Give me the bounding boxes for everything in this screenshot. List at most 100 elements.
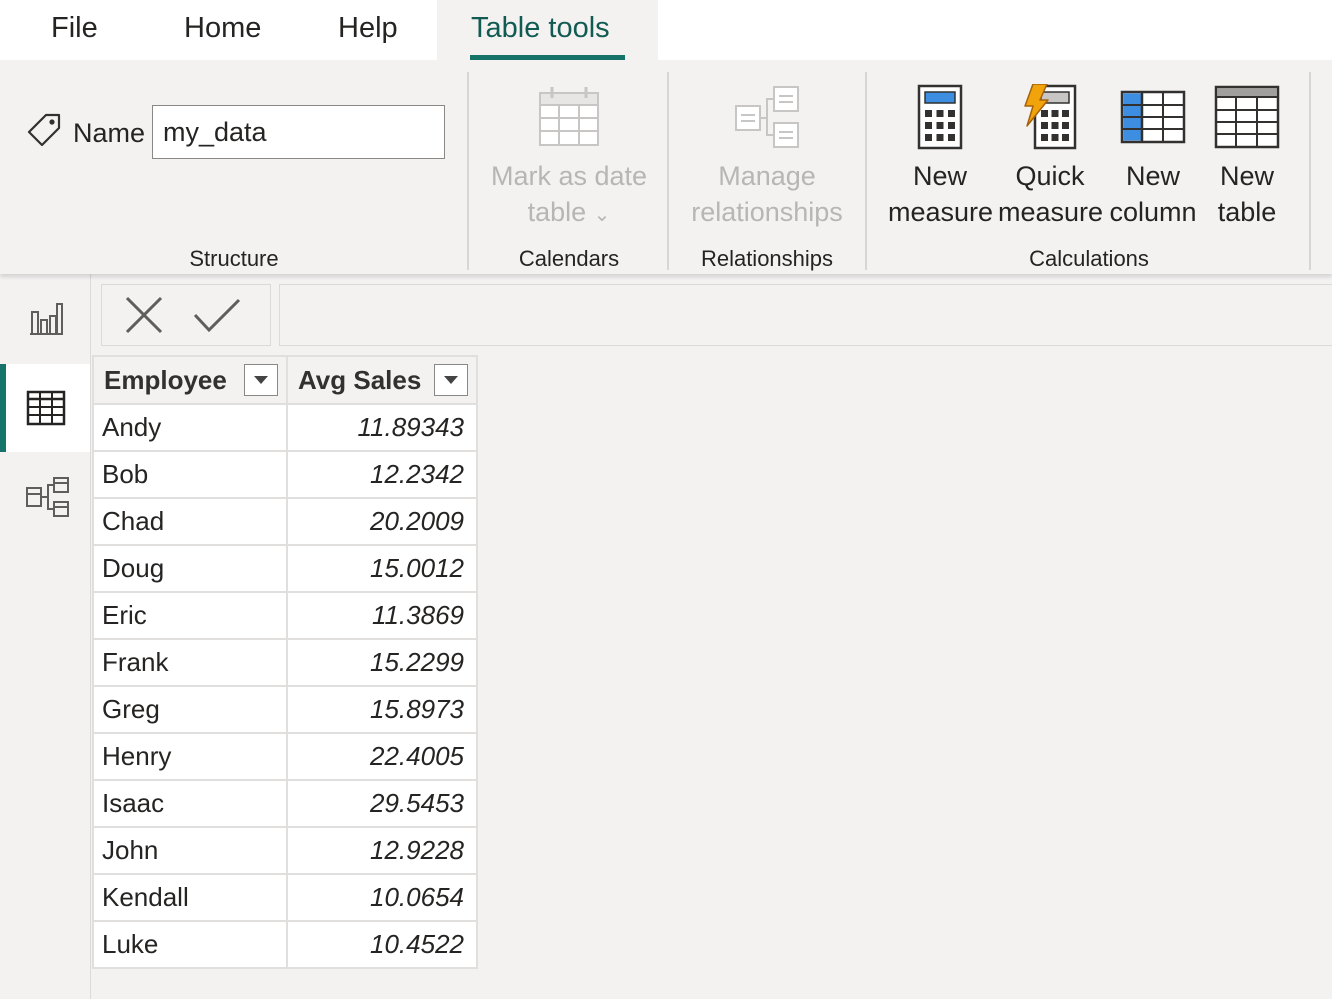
- cell-employee[interactable]: Bob: [92, 450, 288, 499]
- mark-as-date-label-line1: Mark as date: [490, 161, 648, 191]
- table-row: Doug 15.0012: [92, 544, 478, 593]
- new-table-button[interactable]: New table: [1204, 84, 1290, 230]
- cell-avg-sales[interactable]: 11.89343: [286, 403, 478, 452]
- table-row: Eric 11.3869: [92, 591, 478, 640]
- calendar-icon: [539, 87, 599, 146]
- column-header-avg-sales[interactable]: Avg Sales: [286, 355, 478, 405]
- table-row: Luke 10.4522: [92, 920, 478, 969]
- cell-employee[interactable]: John: [92, 826, 288, 875]
- name-label: Name: [73, 118, 146, 148]
- bar-chart-icon: [30, 303, 63, 335]
- tab-file[interactable]: File: [51, 0, 98, 60]
- new-column-label-line2: column: [1109, 197, 1197, 227]
- group-separator: [467, 72, 469, 270]
- table-row: Andy 11.89343: [92, 403, 478, 452]
- new-column-button[interactable]: New column: [1104, 84, 1202, 230]
- table-grid-icon: [26, 390, 66, 426]
- group-label-relationships: Relationships: [700, 246, 834, 271]
- relationships-icon: [735, 86, 799, 148]
- filter-dropdown-button[interactable]: [434, 364, 468, 396]
- filter-dropdown-button[interactable]: [244, 364, 278, 396]
- cell-avg-sales[interactable]: 11.3869: [286, 591, 478, 640]
- tab-home[interactable]: Home: [184, 0, 261, 60]
- column-header-label: Employee: [104, 364, 227, 395]
- cell-avg-sales[interactable]: 12.9228: [286, 826, 478, 875]
- new-measure-label-line1: New: [912, 161, 967, 191]
- active-view-indicator: [0, 364, 6, 452]
- new-table-label-line2: table: [1217, 197, 1277, 227]
- column-header-label: Avg Sales: [298, 364, 422, 395]
- cell-avg-sales[interactable]: 29.5453: [286, 779, 478, 828]
- cell-employee[interactable]: Kendall: [92, 873, 288, 922]
- cell-employee[interactable]: Henry: [92, 732, 288, 781]
- mark-as-date-label-text: table: [527, 197, 587, 227]
- mark-as-date-label-line2: table ⌄: [486, 194, 652, 233]
- close-icon[interactable]: [122, 295, 166, 335]
- table-row: Frank 15.2299: [92, 638, 478, 687]
- table-row: Isaac 29.5453: [92, 779, 478, 828]
- cell-avg-sales[interactable]: 20.2009: [286, 497, 478, 546]
- table-row: Greg 15.8973: [92, 685, 478, 734]
- cell-employee[interactable]: Frank: [92, 638, 288, 687]
- manage-relationships-button[interactable]: Manage relationships: [680, 84, 854, 230]
- table-row: Chad 20.2009: [92, 497, 478, 546]
- tab-table-tools[interactable]: Table tools: [437, 0, 658, 60]
- manage-relationships-label-line2: relationships: [691, 197, 843, 227]
- formula-input[interactable]: [279, 284, 1332, 346]
- group-separator: [1309, 72, 1311, 270]
- data-view-button[interactable]: [0, 364, 90, 452]
- cell-avg-sales[interactable]: 10.4522: [286, 920, 478, 969]
- new-table-label-line1: New: [1219, 161, 1274, 191]
- new-measure-button[interactable]: New measure: [888, 84, 993, 230]
- cell-avg-sales[interactable]: 10.0654: [286, 873, 478, 922]
- cell-employee[interactable]: Doug: [92, 544, 288, 593]
- mark-as-date-table-button[interactable]: Mark as date table ⌄: [486, 84, 652, 233]
- chevron-down-icon: ⌄: [593, 204, 611, 226]
- cell-employee[interactable]: Greg: [92, 685, 288, 734]
- new-column-label-line1: New: [1125, 161, 1180, 191]
- group-label-calculations: Calculations: [1029, 246, 1149, 271]
- tab-table-tools-label: Table tools: [471, 12, 610, 44]
- grid-body: Andy 11.89343 Bob 12.2342 Chad 20.2009 Doug 15.…: [92, 403, 478, 969]
- table-row: Henry 22.4005: [92, 732, 478, 781]
- cell-avg-sales[interactable]: 22.4005: [286, 732, 478, 781]
- ribbon: Name Structure Mark as date table ⌄ Cale…: [0, 60, 1332, 274]
- data-grid: Employee Avg Sales Andy 11.89343 Bob 12.234…: [92, 355, 478, 969]
- group-label-calendars: Calendars: [518, 246, 620, 271]
- cell-employee[interactable]: Luke: [92, 920, 288, 969]
- ribbon-tab-bar: File Home Help Table tools: [0, 0, 1332, 60]
- report-view-button[interactable]: [0, 274, 90, 362]
- header-row: Employee Avg Sales: [92, 355, 478, 405]
- quick-measure-button[interactable]: Quick measure: [998, 84, 1104, 230]
- tag-icon: [27, 113, 61, 147]
- table-icon: [1214, 85, 1280, 149]
- cell-avg-sales[interactable]: 15.0012: [286, 544, 478, 593]
- quick-measure-label-line1: Quick: [1015, 161, 1085, 191]
- view-switcher: [0, 274, 91, 999]
- cell-employee[interactable]: Isaac: [92, 779, 288, 828]
- tab-help[interactable]: Help: [338, 0, 398, 60]
- cell-employee[interactable]: Andy: [92, 403, 288, 452]
- column-header-employee[interactable]: Employee: [92, 355, 288, 405]
- table-row: Bob 12.2342: [92, 450, 478, 499]
- model-view-button[interactable]: [0, 452, 90, 540]
- group-label-structure: Structure: [189, 246, 279, 271]
- column-highlight-icon: [1120, 90, 1186, 144]
- table-row: John 12.9228: [92, 826, 478, 875]
- table-name-input[interactable]: [152, 105, 445, 159]
- manage-relationships-label-line1: Manage: [718, 161, 816, 191]
- calculator-icon: [917, 84, 963, 150]
- cell-employee[interactable]: Chad: [92, 497, 288, 546]
- group-separator: [865, 72, 867, 270]
- check-icon[interactable]: [192, 295, 242, 335]
- table-row: Kendall 10.0654: [92, 873, 478, 922]
- formula-bar-buttons: [101, 284, 271, 346]
- cell-avg-sales[interactable]: 15.8973: [286, 685, 478, 734]
- cell-avg-sales[interactable]: 12.2342: [286, 450, 478, 499]
- cell-avg-sales[interactable]: 15.2299: [286, 638, 478, 687]
- model-diagram-icon: [26, 477, 69, 517]
- quick-measure-label-line2: measure: [998, 197, 1104, 227]
- cell-employee[interactable]: Eric: [92, 591, 288, 640]
- group-separator: [667, 72, 669, 270]
- lightning-calculator-icon: [1024, 84, 1077, 150]
